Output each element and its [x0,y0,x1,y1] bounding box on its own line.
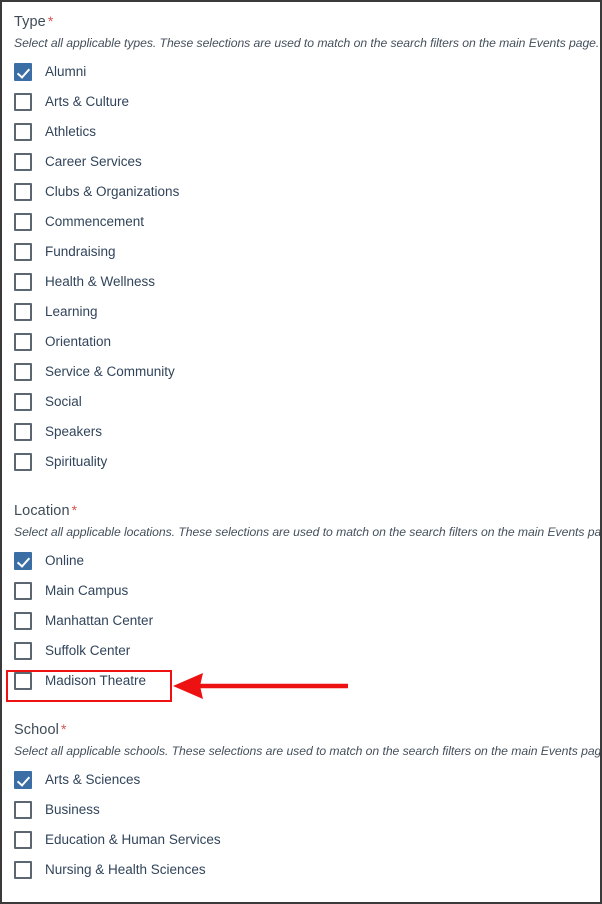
checkbox-unchecked-icon[interactable] [14,123,32,141]
checkbox-row[interactable]: Commencement [12,207,590,237]
group-heading-label: School [14,722,59,738]
checkbox-label[interactable]: Career Services [32,153,142,171]
checkbox-row[interactable]: Fundraising [12,237,590,267]
checkbox-label[interactable]: Health & Wellness [32,273,155,291]
checkbox-label[interactable]: Arts & Culture [32,93,129,111]
checkbox-label[interactable]: Orientation [32,333,111,351]
checkbox-unchecked-icon[interactable] [14,273,32,291]
checkbox-unchecked-icon[interactable] [14,333,32,351]
checkbox-unchecked-icon[interactable] [14,423,32,441]
checkbox-checked-icon[interactable] [14,552,32,570]
checkbox-unchecked-icon[interactable] [14,672,32,690]
checkbox-row[interactable]: Learning [12,297,590,327]
checkbox-row[interactable]: Suffolk Center [12,636,590,666]
group-heading-location: Location * [12,499,590,524]
checkbox-unchecked-icon[interactable] [14,612,32,630]
checkbox-label[interactable]: Fundraising [32,243,116,261]
checkbox-row[interactable]: Education & Human Services [12,825,590,855]
checkbox-row[interactable]: Career Services [12,147,590,177]
checkbox-unchecked-icon[interactable] [14,393,32,411]
checkbox-unchecked-icon[interactable] [14,453,32,471]
group-help-text-location: Select all applicable locations. These s… [14,525,602,539]
required-asterisk: * [71,502,78,518]
checkbox-unchecked-icon[interactable] [14,153,32,171]
checkbox-label[interactable]: Nursing & Health Sciences [32,861,206,879]
checkbox-row[interactable]: Main Campus [12,576,590,606]
checkbox-label[interactable]: Education & Human Services [32,831,221,849]
option-list-location: Online Main Campus Manhattan Center Suffolk… [12,546,590,696]
checkbox-unchecked-icon[interactable] [14,363,32,381]
checkbox-label[interactable]: Social [32,393,82,411]
checkbox-label[interactable]: Arts & Sciences [32,771,140,789]
checkbox-row[interactable]: Madison Theatre [12,666,590,696]
group-heading-label: Type [14,14,46,30]
checkbox-checked-icon[interactable] [14,63,32,81]
checkbox-label[interactable]: Clubs & Organizations [32,183,179,201]
checkbox-row[interactable]: Nursing & Health Sciences [12,855,590,885]
required-asterisk: * [60,721,67,737]
field-group-type: Type * Select all applicable types. These … [12,10,600,477]
checkbox-row[interactable]: Clubs & Organizations [12,177,590,207]
group-help-text-school: Select all applicable schools. These sel… [14,744,602,758]
checkbox-row[interactable]: Online [12,546,590,576]
checkbox-row[interactable]: Health & Wellness [12,267,590,297]
option-list-type: Alumni Arts & Culture Athletics Career Serv… [12,57,590,477]
checkbox-row[interactable]: Service & Community [12,357,590,387]
checkbox-label[interactable]: Commencement [32,213,144,231]
checkbox-checked-icon[interactable] [14,771,32,789]
field-group-location: Location * Select all applicable locations… [12,499,602,696]
checkbox-row[interactable]: Speakers [12,417,590,447]
group-heading-label: Location [14,503,70,519]
group-heading-type: Type * [12,10,590,35]
checkbox-row[interactable]: Business [12,795,590,825]
checkbox-row[interactable]: Manhattan Center [12,606,590,636]
checkbox-unchecked-icon[interactable] [14,213,32,231]
checkbox-row[interactable]: Arts & Culture [12,87,590,117]
event-tagging-form: Type * Select all applicable types. These … [2,2,600,885]
required-asterisk: * [47,13,54,29]
checkbox-label[interactable]: Athletics [32,123,96,141]
checkbox-label[interactable]: Learning [32,303,98,321]
option-list-school: Arts & Sciences Business Education & Human… [12,765,590,885]
checkbox-label[interactable]: Service & Community [32,363,175,381]
checkbox-unchecked-icon[interactable] [14,861,32,879]
checkbox-label[interactable]: Manhattan Center [32,612,153,630]
checkbox-row[interactable]: Orientation [12,327,590,357]
checkbox-unchecked-icon[interactable] [14,93,32,111]
field-group-school: School * Select all applicable schools. Th… [12,718,602,885]
checkbox-label[interactable]: Madison Theatre [32,672,146,690]
checkbox-label[interactable]: Online [32,552,84,570]
checkbox-unchecked-icon[interactable] [14,582,32,600]
group-help-text-type: Select all applicable types. These selec… [14,36,600,50]
checkbox-row[interactable]: Arts & Sciences [12,765,590,795]
checkbox-row[interactable]: Alumni [12,57,590,87]
form-page: Type * Select all applicable types. These … [0,0,602,904]
checkbox-label[interactable]: Main Campus [32,582,128,600]
checkbox-unchecked-icon[interactable] [14,183,32,201]
checkbox-unchecked-icon[interactable] [14,831,32,849]
checkbox-row[interactable]: Spirituality [12,447,590,477]
group-heading-school: School * [12,718,590,743]
checkbox-unchecked-icon[interactable] [14,642,32,660]
checkbox-label[interactable]: Alumni [32,63,86,81]
checkbox-unchecked-icon[interactable] [14,801,32,819]
checkbox-label[interactable]: Suffolk Center [32,642,130,660]
checkbox-unchecked-icon[interactable] [14,243,32,261]
checkbox-row[interactable]: Social [12,387,590,417]
checkbox-label[interactable]: Speakers [32,423,102,441]
checkbox-unchecked-icon[interactable] [14,303,32,321]
checkbox-label[interactable]: Spirituality [32,453,107,471]
checkbox-row[interactable]: Athletics [12,117,590,147]
checkbox-label[interactable]: Business [32,801,100,819]
